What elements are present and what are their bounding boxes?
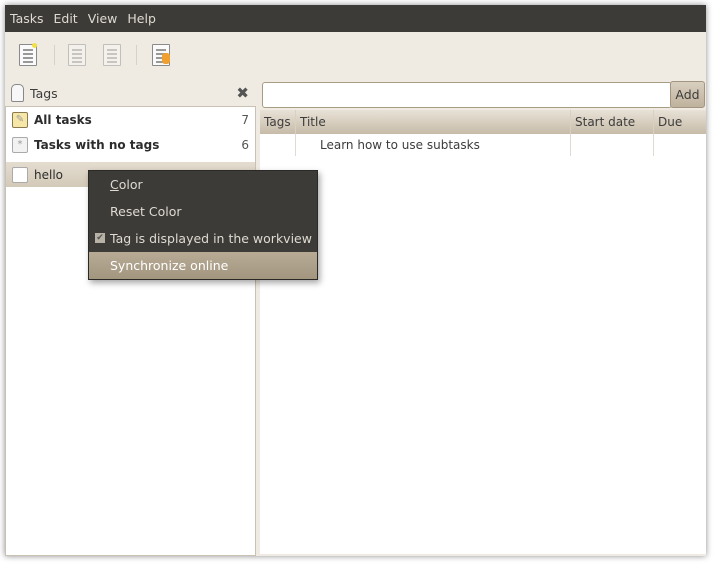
mnemonic: C: [110, 177, 119, 192]
mark-done-icon: [68, 44, 86, 66]
table-row[interactable]: Learn how to use subtasks: [260, 134, 706, 156]
menu-help[interactable]: Help: [127, 11, 156, 26]
asterisk-icon: *: [12, 136, 28, 153]
cell-title: Learn how to use subtasks: [296, 134, 571, 156]
tag-context-menu: Color Reset Color ✔ Tag is displayed in t…: [88, 170, 318, 280]
menu-edit[interactable]: Edit: [54, 11, 78, 26]
tags-panel-title: Tags: [30, 85, 58, 101]
task-pane: Add Tags Title Start date Due Learn how …: [260, 78, 706, 556]
add-button[interactable]: Add: [670, 81, 705, 108]
dismiss-task-button[interactable]: [101, 43, 123, 67]
tag-label: Tasks with no tags: [34, 137, 160, 152]
menu-item-color[interactable]: Color: [89, 171, 317, 198]
cell-start-date: [571, 134, 654, 156]
menu-item-show-in-workview[interactable]: ✔ Tag is displayed in the workview: [89, 225, 317, 252]
new-sparkle-icon: [32, 43, 37, 48]
column-start-date[interactable]: Start date: [571, 110, 654, 134]
tag-item-no-tags[interactable]: * Tasks with no tags 6: [6, 132, 255, 157]
column-tags[interactable]: Tags: [260, 110, 296, 134]
table-header: Tags Title Start date Due: [260, 110, 706, 134]
column-title[interactable]: Title: [296, 110, 571, 134]
cell-due: [654, 134, 706, 156]
tag-item-all-tasks[interactable]: ✎ All tasks 7: [6, 107, 255, 132]
menu-item-reset-color[interactable]: Reset Color: [89, 198, 317, 225]
toolbar-separator: [136, 45, 137, 65]
new-task-button[interactable]: [17, 43, 39, 67]
tags-panel-header: Tags ✖: [5, 80, 255, 106]
column-due[interactable]: Due: [654, 110, 706, 134]
task-table: Tags Title Start date Due Learn how to u…: [260, 110, 706, 554]
hand-icon: [162, 53, 170, 64]
menu-item-label: olor: [118, 177, 143, 192]
menubar: Tasks Edit View Help: [5, 5, 706, 32]
checkbox-checked-icon[interactable]: ✔: [95, 233, 105, 243]
workview-button[interactable]: [150, 43, 172, 67]
toolbar-separator: [54, 45, 55, 65]
menu-item-synchronize-online[interactable]: Synchronize online: [89, 252, 317, 279]
tag-icon: [11, 84, 24, 102]
dismiss-task-icon: [103, 44, 121, 66]
tag-color-swatch: [12, 166, 28, 183]
tag-label: All tasks: [34, 112, 92, 127]
menu-tasks[interactable]: Tasks: [10, 11, 44, 26]
tag-label: hello: [34, 167, 63, 182]
tag-count: 6: [241, 137, 249, 152]
tag-count: 7: [241, 112, 249, 127]
mark-done-button[interactable]: [66, 43, 88, 67]
menu-item-label: Tag is displayed in the workview: [110, 231, 312, 246]
quick-add-input[interactable]: [262, 82, 672, 108]
notepad-icon: ✎: [12, 111, 28, 128]
toolbar: [5, 32, 706, 78]
cell-tags: [260, 134, 296, 156]
close-icon[interactable]: ✖: [236, 84, 249, 102]
menu-view[interactable]: View: [88, 11, 118, 26]
app-window: Tasks Edit View Help Tags ✖ ✎ All tasks …: [5, 5, 706, 556]
